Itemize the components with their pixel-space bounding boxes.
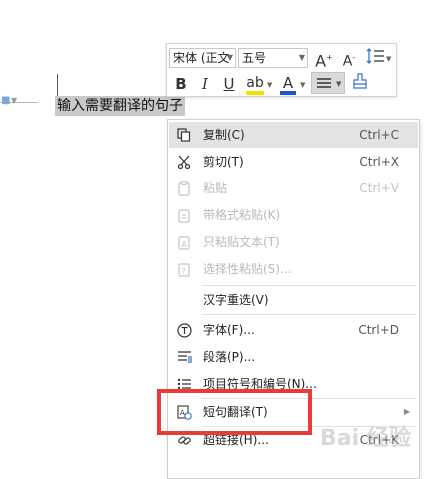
text-cursor: [57, 74, 58, 96]
highlight-button[interactable]: ab: [244, 72, 266, 95]
font-name-value: 宋体 (正文: [173, 51, 230, 65]
line-spacing-icon: [366, 48, 384, 64]
underline-button[interactable]: U: [219, 73, 239, 95]
menu-item-paste[interactable]: 粘贴 Ctrl+V: [169, 175, 418, 201]
format-painter-icon: [353, 73, 367, 89]
watermark: Bai 经验: [320, 426, 411, 451]
menu-item-label: 带格式粘贴(K): [203, 208, 281, 222]
selected-text[interactable]: 输入需要翻译的句子: [55, 96, 185, 116]
paste-special-icon: ?: [176, 261, 192, 277]
menu-item-font[interactable]: 字体(F)... Ctrl+D: [169, 317, 418, 343]
chevron-down-icon: ▼: [226, 53, 233, 62]
menu-item-cut[interactable]: 剪切(T) Ctrl+X: [169, 149, 418, 175]
paste-format-icon: [176, 207, 192, 223]
highlight-icon: ab: [246, 75, 264, 91]
paste-text-icon: A: [176, 234, 192, 250]
menu-item-shortcut: Ctrl+C: [359, 128, 399, 142]
menu-item-label: 剪切(T): [203, 155, 244, 169]
font-color-icon: A: [282, 74, 294, 92]
mini-toolbar: 宋体 (正文 ▼ 五号 ▼ A+ A- ▼ B I U ab ▼ A ▼ ▼: [166, 43, 397, 97]
menu-item-label: 只粘贴文本(T): [203, 235, 280, 249]
menu-item-label: 复制(C): [203, 128, 245, 142]
menu-item-label: 字体(F)...: [203, 323, 255, 337]
menu-item-copy[interactable]: 复制(C) Ctrl+C: [169, 122, 418, 148]
menu-item-label: 汉字重选(V): [203, 293, 269, 307]
highlight-annotation-box: [157, 389, 312, 435]
menu-item-label: 粘贴: [203, 181, 228, 195]
menu-separator: [202, 314, 416, 315]
font-color-button[interactable]: A: [278, 72, 298, 95]
chevron-down-icon: ▼: [336, 80, 342, 88]
menu-item-shortcut: Ctrl+V: [359, 181, 399, 195]
menu-separator: [202, 285, 416, 286]
chevron-down-icon: ▼: [267, 81, 273, 89]
menu-item-shortcut: Ctrl+D: [358, 323, 399, 337]
font-name-select[interactable]: 宋体 (正文 ▼: [169, 48, 236, 68]
format-painter-button[interactable]: [349, 72, 371, 94]
chevron-down-icon: ▼: [300, 81, 306, 89]
paragraph-icon: [176, 349, 192, 365]
shrink-font-icon: A: [342, 53, 353, 70]
font-icon: [176, 322, 192, 338]
font-color-swatch: [280, 91, 296, 95]
clipboard-icon: [176, 180, 192, 196]
grow-font-icon: A: [315, 51, 327, 71]
scissors-icon: [176, 154, 192, 170]
chevron-down-icon: ▼: [386, 55, 392, 63]
bold-button[interactable]: B: [171, 73, 191, 95]
menu-item-paste-text-only[interactable]: A 只粘贴文本(T): [169, 229, 418, 255]
menu-item-paste-with-format[interactable]: 带格式粘贴(K): [169, 202, 418, 228]
svg-text:?: ?: [182, 267, 186, 276]
align-justify-icon: [317, 78, 331, 88]
shrink-font-button[interactable]: A-: [339, 47, 359, 70]
highlight-color-swatch: [246, 91, 264, 95]
copy-icon: [176, 127, 192, 143]
paragraph-marker-icon: ■: [1, 95, 11, 106]
chevron-down-icon: ▼: [298, 53, 305, 62]
grow-font-button[interactable]: A+: [314, 47, 334, 71]
align-button[interactable]: ▼: [311, 72, 345, 94]
chevron-down-icon: ▼: [11, 96, 18, 105]
menu-item-shortcut: Ctrl+X: [359, 155, 399, 169]
svg-text:A: A: [182, 240, 188, 249]
menu-item-paragraph[interactable]: 段落(P)...: [169, 344, 418, 370]
line-spacing-button[interactable]: [364, 47, 388, 69]
menu-item-reselect-hanzi[interactable]: 汉字重选(V): [169, 287, 418, 313]
menu-item-paste-special[interactable]: ? 选择性粘贴(S)...: [169, 256, 418, 282]
font-size-value: 五号: [242, 51, 267, 65]
menu-item-label: 段落(P)...: [203, 350, 256, 364]
font-size-select[interactable]: 五号 ▼: [238, 48, 308, 68]
italic-button[interactable]: I: [195, 73, 215, 95]
menu-item-label: 选择性粘贴(S)...: [203, 262, 292, 276]
